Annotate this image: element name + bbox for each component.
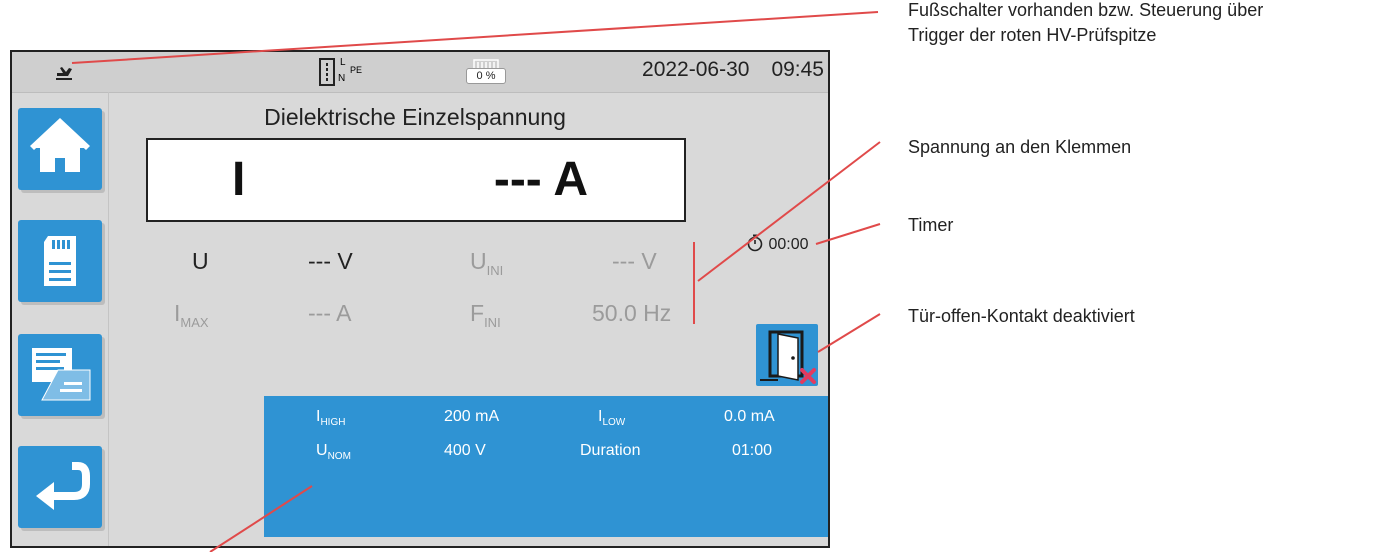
callout-timer: Timer	[908, 215, 954, 235]
callout-voltage-terminals: Spannung an den Klemmen	[908, 137, 1132, 157]
callout-footswitch-line2: Trigger der roten HV-Prüfspitze	[908, 25, 1157, 45]
callout-leader-lines	[71, 11, 881, 552]
callout-footswitch: Fußschalter vorhanden bzw. Steuerung übe…	[908, 0, 1263, 46]
callout-door-contact: Tür-offen-Kontakt deaktiviert	[908, 306, 1135, 326]
callout-footswitch-line1: Fußschalter vorhanden bzw. Steuerung übe…	[908, 0, 1264, 20]
